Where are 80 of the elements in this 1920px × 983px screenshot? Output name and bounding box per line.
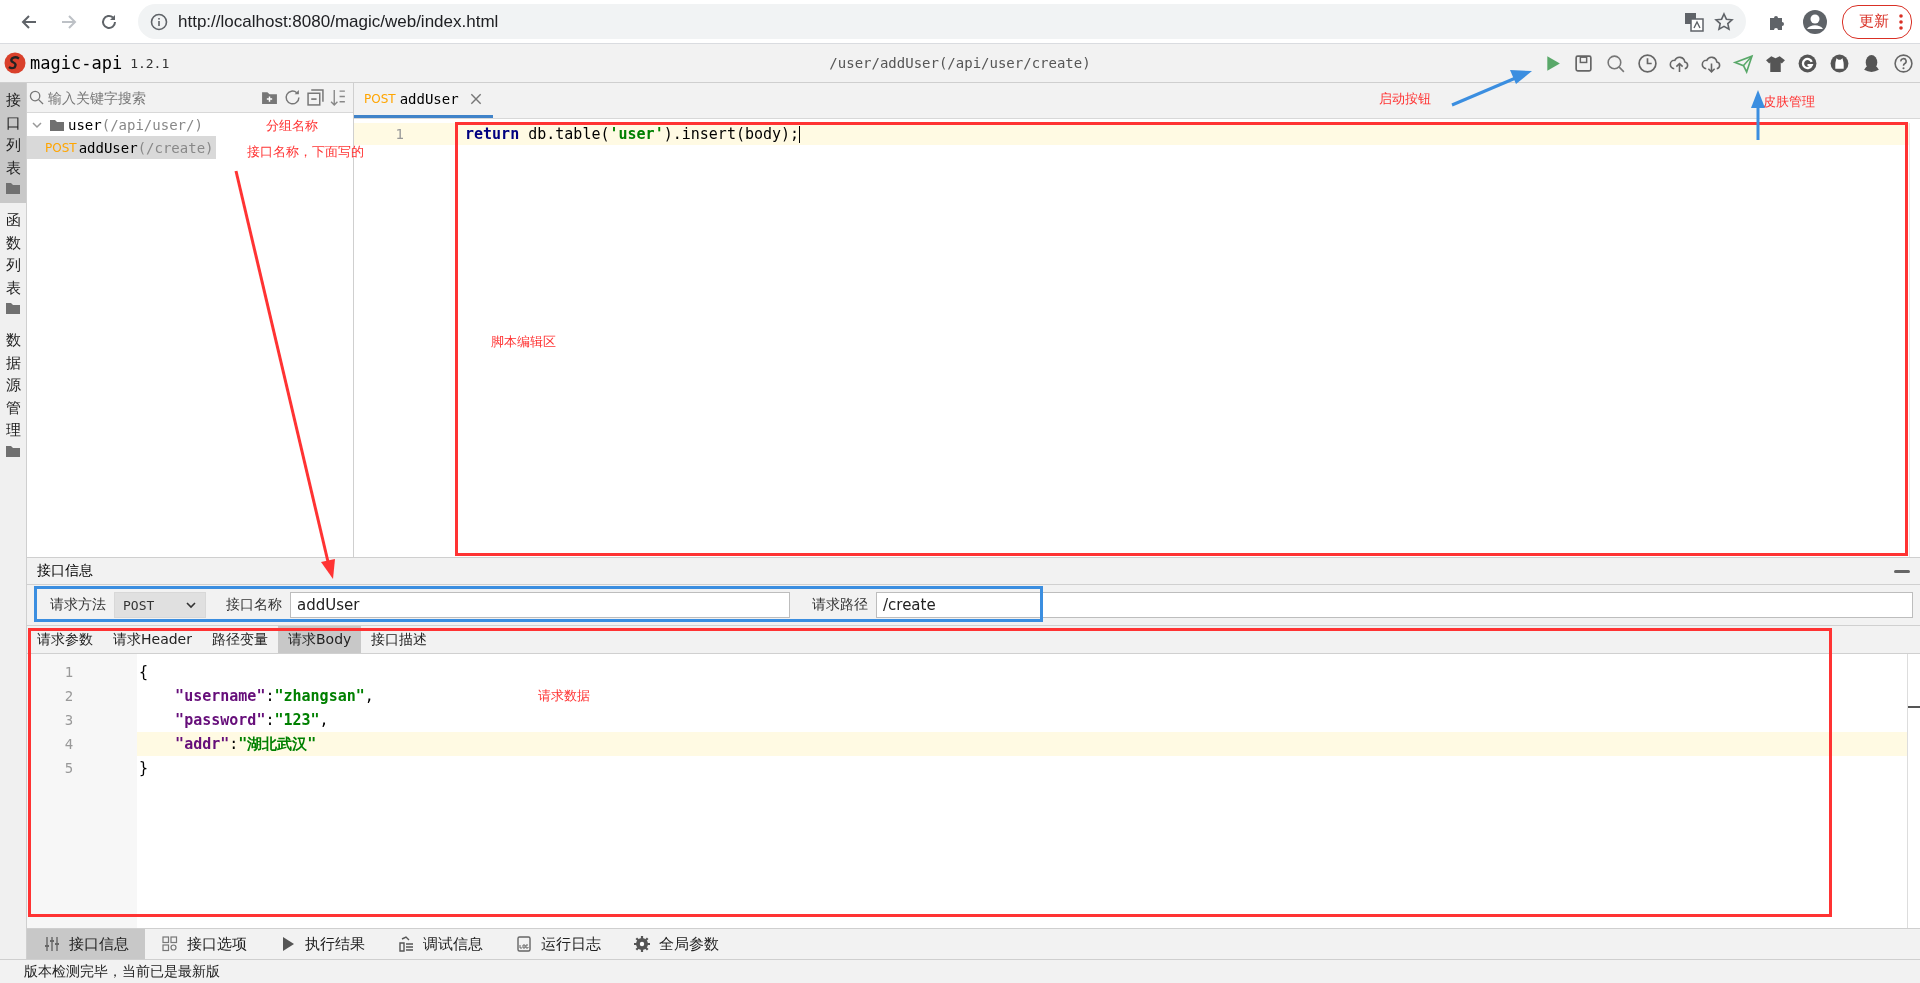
- profile-avatar-icon[interactable]: [1802, 8, 1828, 35]
- sliders-icon: [43, 935, 61, 953]
- refresh-icon[interactable]: [284, 89, 301, 106]
- request-tab[interactable]: 请求参数: [27, 626, 103, 653]
- folder-icon: [5, 181, 21, 195]
- request-tab[interactable]: 路径变量: [202, 626, 278, 653]
- folder-icon: [49, 117, 65, 132]
- request-tab[interactable]: 请求Header: [103, 626, 202, 653]
- scroll-marker: [1908, 706, 1920, 708]
- collapse-icon[interactable]: [307, 89, 324, 106]
- search-icon[interactable]: [1605, 52, 1626, 74]
- minimize-icon[interactable]: [1894, 569, 1910, 573]
- search-input[interactable]: 输入关键字搜索: [48, 89, 255, 106]
- bottom-tab[interactable]: 执行结果: [263, 929, 381, 959]
- search-field[interactable]: 输入关键字搜索: [29, 83, 255, 112]
- info-icon: [150, 12, 168, 31]
- help-icon[interactable]: [1893, 52, 1914, 74]
- code-line: "addr":"湖北武汉": [175, 735, 317, 753]
- annotation-label: 皮肤管理: [1763, 93, 1815, 111]
- sort-icon[interactable]: [330, 89, 347, 106]
- field-label: 请求路径: [812, 596, 868, 614]
- side-tab[interactable]: 接口列表: [0, 83, 26, 203]
- penguin-icon[interactable]: [1861, 52, 1882, 74]
- field-label: 接口名称: [226, 596, 282, 614]
- app-name: magic-api: [30, 53, 123, 73]
- history-icon[interactable]: [1637, 52, 1658, 74]
- request-tab[interactable]: 接口描述: [361, 626, 438, 653]
- code-line: return db.table('user').insert(body);: [465, 125, 800, 143]
- current-path: /user/addUser(/api/user/create): [829, 55, 1091, 71]
- annotation-label: 分组名称: [266, 117, 318, 135]
- status-text: 版本检测完毕，当前已是最新版: [24, 962, 220, 981]
- app-version: 1.2.1: [130, 55, 170, 71]
- annotation-label: 脚本编辑区: [491, 333, 556, 351]
- update-button[interactable]: 更新: [1842, 4, 1912, 39]
- annotation-arrow: [1751, 90, 1765, 140]
- more-icon[interactable]: [1899, 13, 1903, 30]
- bottom-tab[interactable]: 运行日志: [499, 929, 617, 959]
- save-icon[interactable]: [1573, 52, 1594, 74]
- line-number: 2: [64, 688, 74, 704]
- search-icon: [29, 90, 44, 105]
- send-icon[interactable]: [1733, 52, 1754, 74]
- bottom-tab[interactable]: 调试信息: [381, 929, 499, 959]
- code-line: "password":"123",: [175, 711, 329, 729]
- close-icon[interactable]: [468, 92, 483, 106]
- logo-icon: [4, 52, 26, 74]
- gear-icon: [633, 935, 651, 953]
- tree-item[interactable]: POSTaddUser(/create): [27, 136, 216, 159]
- panel-title: 接口信息: [37, 562, 93, 580]
- log-file-icon: [515, 935, 533, 953]
- code-line: {: [139, 663, 149, 681]
- new-folder-icon[interactable]: [261, 90, 278, 105]
- chevron-icon: [185, 599, 197, 611]
- annotation-label: 接口名称，下面写的: [247, 143, 364, 161]
- name-field[interactable]: addUser: [290, 592, 790, 618]
- code-line: "username":"zhangsan",: [175, 687, 374, 705]
- annotation-label: 请求数据: [538, 687, 590, 705]
- code-line: }: [139, 759, 149, 777]
- field-label: 请求方法: [50, 596, 106, 614]
- g-logo-icon[interactable]: [1797, 52, 1818, 74]
- line-number: 1: [395, 126, 404, 142]
- translate-icon[interactable]: [1684, 11, 1704, 32]
- grid-icon: [161, 935, 179, 953]
- text-cursor: [799, 126, 801, 143]
- bottom-tab[interactable]: 全局参数: [617, 929, 735, 959]
- address-bar[interactable]: http://localhost:8080/magic/web/index.html: [138, 4, 1746, 39]
- annotation-label: 启动按钮: [1379, 90, 1431, 108]
- line-number: 3: [64, 712, 74, 728]
- tree-group[interactable]: user(/api/user/): [27, 113, 203, 136]
- line-number: 5: [64, 760, 74, 776]
- line-number: 4: [64, 736, 74, 752]
- folder-icon: [5, 443, 21, 458]
- side-tab[interactable]: 函数列表: [0, 203, 26, 323]
- path-field[interactable]: /create: [876, 592, 1913, 618]
- folder-icon: [5, 301, 21, 315]
- side-tab[interactable]: 数据源管理: [0, 323, 26, 466]
- star-icon[interactable]: [1714, 11, 1734, 32]
- bottom-tab[interactable]: 接口信息: [27, 929, 145, 959]
- bottom-tab[interactable]: 接口选项: [145, 929, 263, 959]
- line-number: 1: [64, 664, 74, 680]
- method-select[interactable]: POST: [114, 592, 206, 618]
